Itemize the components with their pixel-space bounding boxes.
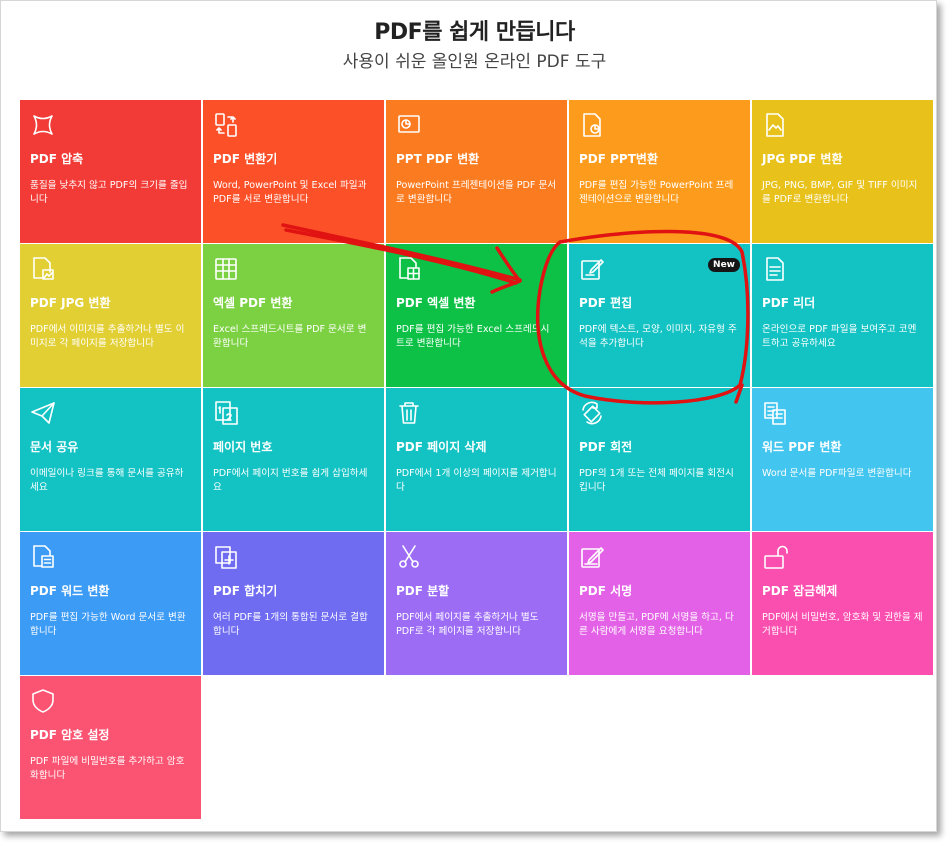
tool-description: Excel 스프레드시트를 PDF 문서로 변환합니다 xyxy=(213,324,367,349)
tool-tile[interactable]: PDF 편집 PDF에 텍스트, 모양, 이미지, 자유형 주석을 추가합니다 Ne… xyxy=(569,244,750,387)
tool-description: 품질을 낮추지 않고 PDF의 크기를 줄입니다 xyxy=(30,180,188,205)
share-icon xyxy=(30,400,56,426)
pdf-jpg-icon xyxy=(30,256,56,282)
tool-tile[interactable]: PDF 엑셀 변환 PDF를 편집 가능한 Excel 스프레드시트로 변환합니다 xyxy=(386,244,567,387)
tool-name: PDF 리더 xyxy=(762,296,816,310)
tool-tile[interactable]: PDF 회전 PDF의 1개 또는 전체 페이지를 회전시킵니다 xyxy=(569,388,750,531)
tool-tile[interactable]: 문서 공유이메일이나 링크를 통해 문서를 공유하세요 xyxy=(20,388,201,531)
tool-name: PDF 서명 xyxy=(579,584,633,598)
tool-tile[interactable]: PDF JPG 변환 PDF에서 이미지를 추출하거나 별도 이미지로 각 페이지… xyxy=(20,244,201,387)
tool-tile[interactable]: PDF 분할 PDF에서 페이지를 추출하거나 별도 PDF로 각 페이지를 저장… xyxy=(386,532,567,675)
scissors-icon xyxy=(396,544,422,570)
tool-name: PDF 엑셀 변환 xyxy=(396,296,476,310)
tool-description: 서명을 만들고, PDF에 서명을 하고, 다른 사람에게 서명을 요청합니다 xyxy=(579,612,734,637)
tool-name: PDF PPT변환 xyxy=(579,152,658,166)
merge-icon xyxy=(213,544,239,570)
tool-description: PDF를 편집 가능한 Excel 스프레드시트로 변환합니다 xyxy=(396,324,550,349)
tool-description: JPG, PNG, BMP, GIF 및 TIFF 이미지를 PDF로 변환합니… xyxy=(762,180,918,205)
tool-name: PDF JPG 변환 xyxy=(30,296,111,310)
tool-tile[interactable]: PDF 암호 설정 PDF 파일에 비밀번호를 추가하고 암호화합니다 xyxy=(20,676,201,819)
ppt-icon xyxy=(396,112,422,138)
image-icon xyxy=(762,112,788,138)
tool-description: PDF에서 페이지 번호를 쉽게 삽입하세요 xyxy=(213,468,368,493)
tool-tile[interactable]: PDF 리더온라인으로 PDF 파일을 보여주고 코멘트하고 공유하세요 xyxy=(752,244,933,387)
tool-name: PDF 합치기 xyxy=(213,584,278,598)
tool-description: PDF 파일에 비밀번호를 추가하고 암호화합니다 xyxy=(30,756,185,781)
pdf-excel-icon xyxy=(396,256,422,282)
tool-tile[interactable]: JPG PDF 변환 JPG, PNG, BMP, GIF 및 TIFF 이미지를… xyxy=(752,100,933,243)
excel-icon xyxy=(213,256,239,282)
tool-name: PDF 암호 설정 xyxy=(30,728,110,742)
tool-name: PDF 회전 xyxy=(579,440,633,454)
tool-description: 여러 PDF를 1개의 통합된 문서로 결합합니다 xyxy=(213,612,368,637)
new-badge: New xyxy=(708,258,740,272)
tool-description: 온라인으로 PDF 파일을 보여주고 코멘트하고 공유하세요 xyxy=(762,324,917,349)
tool-name: 엑셀 PDF 변환 xyxy=(213,296,293,310)
pdf-word-icon xyxy=(30,544,56,570)
tool-tile[interactable]: PPT PDF 변환 PowerPoint 프레젠테이션을 PDF 문서로 변환합… xyxy=(386,100,567,243)
tool-description: PDF에서 비밀번호, 암호화 및 권한을 제거합니다 xyxy=(762,612,923,637)
tool-tile[interactable]: PDF 합치기여러 PDF를 1개의 통합된 문서로 결합합니다 xyxy=(203,532,384,675)
tool-tile[interactable]: PDF PPT변환 PDF를 편집 가능한 PowerPoint 프레젠테이션으로… xyxy=(569,100,750,243)
tool-tile[interactable]: PDF 워드 변환 PDF를 편집 가능한 Word 문서로 변환합니다 xyxy=(20,532,201,675)
tool-name: PDF 압축 xyxy=(30,152,84,166)
tool-description: Word 문서를 PDF파일로 변환합니다 xyxy=(762,468,912,479)
tool-tile[interactable]: PDF 잠금해제 PDF에서 비밀번호, 암호화 및 권한을 제거합니다 xyxy=(752,532,933,675)
tool-tile[interactable]: 워드 PDF 변환 Word 문서를 PDF파일로 변환합니다 xyxy=(752,388,933,531)
tool-description: PDF에 텍스트, 모양, 이미지, 자유형 주석을 추가합니다 xyxy=(579,324,737,349)
tool-description: Word, PowerPoint 및 Excel 파일과 PDF를 서로 변환합… xyxy=(213,180,367,205)
edit-icon xyxy=(579,256,605,282)
compress-icon xyxy=(30,112,56,138)
tool-tile[interactable]: PDF 서명서명을 만들고, PDF에 서명을 하고, 다른 사람에게 서명을 … xyxy=(569,532,750,675)
tool-tile[interactable]: 엑셀 PDF 변환 Excel 스프레드시트를 PDF 문서로 변환합니다 xyxy=(203,244,384,387)
sign-icon xyxy=(579,544,605,570)
tool-name: PDF 편집 xyxy=(579,296,633,310)
tool-tile[interactable]: 페이지 번호 PDF에서 페이지 번호를 쉽게 삽입하세요 xyxy=(203,388,384,531)
tool-grid: PDF 압축품질을 낮추지 않고 PDF의 크기를 줄입니다 PDF 변환기 Wor… xyxy=(20,100,935,819)
page-number-icon xyxy=(213,400,239,426)
unlock-icon xyxy=(762,544,788,570)
pdf-ppt-icon xyxy=(579,112,605,138)
tool-name: 페이지 번호 xyxy=(213,440,273,454)
reader-icon xyxy=(762,256,788,282)
tool-description: PDF를 편집 가능한 Word 문서로 변환합니다 xyxy=(30,612,186,637)
tool-description: PowerPoint 프레젠테이션을 PDF 문서로 변환합니다 xyxy=(396,180,557,205)
tool-tile[interactable]: PDF 압축품질을 낮추지 않고 PDF의 크기를 줄입니다 xyxy=(20,100,201,243)
tool-name: PDF 잠금해제 xyxy=(762,584,838,598)
tool-description: PDF에서 페이지를 추출하거나 별도 PDF로 각 페이지를 저장합니다 xyxy=(396,612,539,637)
rotate-icon xyxy=(579,400,605,426)
word-icon xyxy=(762,400,788,426)
page-title: PDF를 쉽게 만듭니다 xyxy=(374,20,575,45)
tool-description: PDF의 1개 또는 전체 페이지를 회전시킵니다 xyxy=(579,468,734,493)
tool-name: PDF 변환기 xyxy=(213,152,278,166)
tool-name: JPG PDF 변환 xyxy=(762,152,843,166)
tool-name: PDF 페이지 삭제 xyxy=(396,440,487,454)
tool-description: PDF를 편집 가능한 PowerPoint 프레젠테이션으로 변환합니다 xyxy=(579,180,734,205)
tool-name: 워드 PDF 변환 xyxy=(762,440,842,454)
page-subtitle: 사용이 쉬운 올인원 온라인 PDF 도구 xyxy=(342,52,607,72)
shield-icon xyxy=(30,688,56,714)
tool-description: 이메일이나 링크를 통해 문서를 공유하세요 xyxy=(30,468,184,493)
tool-description: PDF에서 이미지를 추출하거나 별도 이미지로 각 페이지를 저장합니다 xyxy=(30,324,185,349)
tool-tile[interactable]: PDF 변환기 Word, PowerPoint 및 Excel 파일과 PDF를… xyxy=(203,100,384,243)
tool-name: PDF 워드 변환 xyxy=(30,584,110,598)
tool-tile[interactable]: PDF 페이지 삭제 PDF에서 1개 이상의 페이지를 제거합니다 xyxy=(386,388,567,531)
tool-name: 문서 공유 xyxy=(30,440,79,454)
convert-icon xyxy=(213,112,239,138)
tool-name: PDF 분할 xyxy=(396,584,450,598)
trash-icon xyxy=(396,400,422,426)
tool-description: PDF에서 1개 이상의 페이지를 제거합니다 xyxy=(396,468,557,493)
tool-name: PPT PDF 변환 xyxy=(396,152,480,166)
